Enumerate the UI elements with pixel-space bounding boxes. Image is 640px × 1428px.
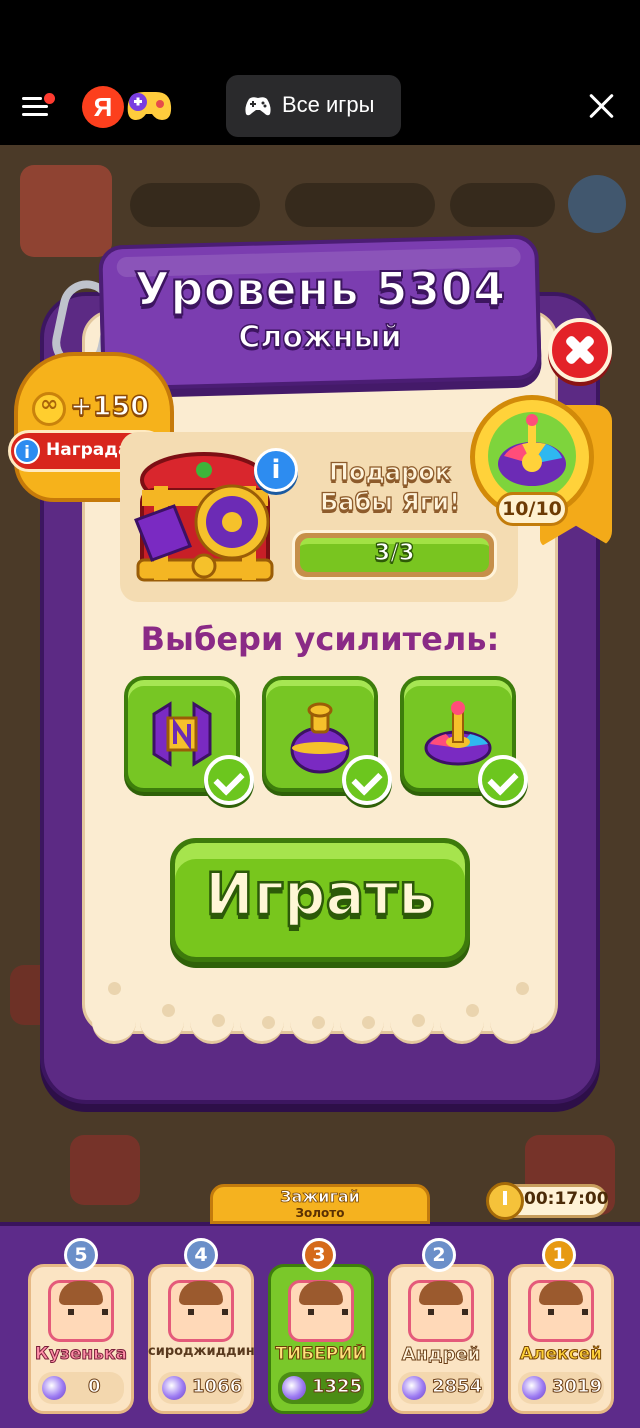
gift-progress-text: 3/3: [374, 539, 416, 566]
avatar: [408, 1280, 474, 1342]
close-icon[interactable]: [588, 92, 616, 120]
gift-info-button[interactable]: i: [254, 448, 298, 492]
stopwatch-icon: [486, 1182, 524, 1220]
league-name: Зажигай: [280, 1187, 360, 1207]
scallop-dot: [312, 1016, 325, 1029]
booster-spinning-top-check-icon: [478, 755, 528, 805]
scallop-decoration: [92, 1000, 136, 1044]
scallop-decoration: [490, 1000, 534, 1044]
gift-title-line2: Бабы Яги!: [319, 487, 461, 516]
player-score: 1325: [311, 1376, 363, 1398]
all-games-label: Все игры: [282, 92, 375, 117]
scallop-dot: [262, 1016, 275, 1029]
gamepad-icon: [245, 97, 271, 116]
scallop-dot: [412, 1014, 425, 1027]
orb-icon: [162, 1376, 186, 1400]
fortune-wheel-icon: [488, 412, 576, 500]
scallop-dot: [466, 1004, 479, 1017]
reward-coins: +150: [69, 390, 149, 423]
close-modal-button[interactable]: [548, 318, 612, 382]
event-timer-text: 00:17:00: [524, 1189, 609, 1209]
player-name: ТИБЕРИЙ: [275, 1344, 367, 1364]
rank-badge: 2: [422, 1238, 456, 1272]
browser-top-bar: Я Все игры: [0, 0, 640, 145]
scallop-dot: [162, 1004, 175, 1017]
player-score: 3019: [551, 1376, 603, 1398]
info-icon[interactable]: i: [14, 438, 40, 464]
bg-decoration: [70, 1135, 140, 1205]
booster-potion-check-icon: [342, 755, 392, 805]
yandex-games-logo[interactable]: [124, 84, 174, 128]
rank-badge: 3: [302, 1238, 336, 1272]
orb-icon: [282, 1376, 306, 1400]
level-difficulty: Сложный: [238, 319, 403, 356]
all-games-button[interactable]: Все игры: [226, 75, 401, 137]
scallop-dot: [362, 1016, 375, 1029]
player-score: 1066: [191, 1376, 243, 1398]
player-score: 2854: [431, 1376, 483, 1398]
rank-badge: 4: [184, 1238, 218, 1272]
rank-badge: 5: [64, 1238, 98, 1272]
orb-icon: [42, 1376, 66, 1400]
bg-lives-hud: [285, 183, 435, 227]
player-score: 0: [88, 1376, 101, 1398]
coin-icon: [32, 392, 66, 426]
player-name: сироджиддин: [148, 1344, 254, 1359]
scallop-dot: [212, 1014, 225, 1027]
wheel-counter: 10/10: [496, 492, 568, 526]
avatar: [168, 1280, 234, 1342]
player-name: Андрей: [401, 1344, 481, 1365]
booster-hammer-check-icon: [204, 755, 254, 805]
orb-icon: [402, 1376, 426, 1400]
league-tier: Золото: [295, 1206, 345, 1220]
gift-title-line1: Подарок: [328, 457, 452, 486]
player-name: Кузенька: [35, 1344, 128, 1364]
yandex-logo[interactable]: Я: [82, 86, 124, 128]
orb-icon: [522, 1376, 546, 1400]
level-title: Уровень 5304: [133, 261, 506, 317]
boosters-title: Выбери усилитель:: [140, 620, 500, 658]
scallop-dot: [108, 982, 121, 995]
scallop-dot: [516, 982, 529, 995]
rank-badge: 1: [542, 1238, 576, 1272]
bg-decoration: [20, 165, 112, 257]
bg-stars-hud: [450, 183, 555, 227]
bg-coins-hud: [130, 183, 260, 227]
avatar: [48, 1280, 114, 1342]
play-button-label: Играть: [204, 859, 436, 930]
bg-settings: [568, 175, 626, 233]
player-name: Алексей: [519, 1344, 603, 1364]
avatar: [288, 1280, 354, 1342]
menu-icon[interactable]: [22, 93, 56, 121]
avatar: [528, 1280, 594, 1342]
